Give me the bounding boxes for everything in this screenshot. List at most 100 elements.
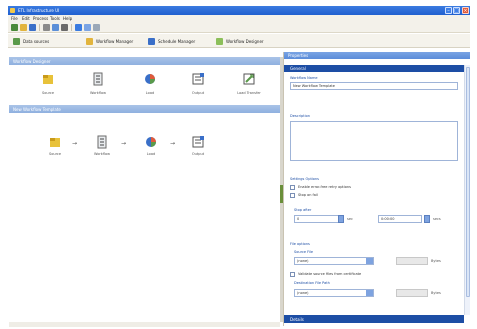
destination-label: Destination File Path — [294, 281, 330, 285]
title-bar: ETL Infrastructure UI – □ × — [8, 6, 470, 15]
destination-size-field — [396, 289, 428, 297]
tab-label: Data sources — [23, 39, 50, 44]
palette-header-label: Workflow Designer — [13, 59, 51, 64]
window-title: ETL Infrastructure UI — [18, 8, 60, 13]
quick-tab-bar: Data sources Workflow Manager Schedule M… — [8, 34, 470, 48]
stop-after-field[interactable]: 0 — [294, 215, 344, 223]
workflow-icon — [86, 38, 93, 45]
source-file-label: Source File — [294, 250, 313, 254]
properties-title: Properties — [288, 53, 309, 58]
destination-value: (none) — [297, 291, 309, 295]
flow-header: New Workflow Template — [9, 105, 280, 113]
toolbar-separator — [39, 24, 40, 31]
menu-file[interactable]: File — [11, 16, 18, 21]
menu-edit[interactable]: Edit — [22, 16, 30, 21]
general-section-header[interactable]: General — [284, 65, 464, 72]
save-icon[interactable] — [29, 24, 36, 31]
source-icon — [48, 135, 62, 149]
output-icon — [191, 135, 205, 149]
new-icon[interactable] — [11, 24, 18, 31]
chevron-down-icon[interactable] — [366, 258, 373, 264]
flow-node-output[interactable]: Output — [183, 135, 213, 163]
details-header-label: Details — [290, 317, 304, 322]
workflow-icon — [91, 72, 105, 86]
file-options-label: File options — [290, 242, 310, 246]
flow-node-label: Load — [146, 152, 156, 156]
flow-node-workflow[interactable]: Workflow — [87, 135, 117, 163]
details-section-header[interactable]: Details — [284, 315, 464, 323]
time-value: 0:00:00 — [381, 217, 395, 221]
properties-scrollbar[interactable] — [464, 65, 470, 315]
retry-checkbox-label: Enable error-free retry options — [298, 185, 351, 189]
minimize-button[interactable]: – — [445, 7, 452, 14]
schedule-icon — [148, 38, 155, 45]
delete-icon[interactable] — [61, 24, 68, 31]
menu-tools[interactable]: Tools — [50, 16, 60, 21]
tab-label: Workflow Designer — [226, 39, 264, 44]
toolbar-separator — [71, 24, 72, 31]
run-icon[interactable] — [75, 24, 82, 31]
app-icon — [10, 8, 15, 13]
flow-node-source[interactable]: Source — [40, 135, 70, 163]
palette-item-load[interactable]: Load — [128, 72, 172, 98]
time-field[interactable]: 0:00:00 — [378, 215, 422, 223]
retry-checkbox[interactable] — [290, 185, 295, 190]
flow-node-label: Source — [48, 152, 62, 156]
description-label: Description — [290, 114, 310, 118]
menu-help[interactable]: Help — [63, 16, 72, 21]
copy-icon[interactable] — [52, 24, 59, 31]
stop-after-label: Stop after — [294, 208, 312, 212]
scrollbar-thumb[interactable] — [466, 67, 470, 297]
palette-item-label: Load Transfer — [237, 91, 261, 95]
source-icon — [41, 72, 55, 86]
palette-item-source[interactable]: Source — [26, 72, 70, 98]
time-spinner[interactable] — [424, 215, 430, 223]
status-bar — [9, 322, 280, 327]
menu-process[interactable]: Process — [33, 16, 48, 21]
menu-bar: File Edit Process Tools Help — [8, 15, 470, 22]
database-icon — [13, 38, 20, 45]
source-size-field — [396, 257, 428, 265]
validate-checkbox[interactable] — [290, 272, 295, 277]
open-icon[interactable] — [20, 24, 27, 31]
load-icon — [143, 72, 157, 86]
pointer-icon[interactable] — [84, 24, 91, 31]
load-icon — [144, 135, 158, 149]
designer-icon — [216, 38, 223, 45]
source-size-unit: Bytes — [431, 259, 441, 263]
validate-checkbox-label: Validate source files from certificate — [298, 272, 362, 276]
grid-icon[interactable] — [93, 24, 100, 31]
palette-item-label: Output — [191, 91, 205, 95]
arrow-right-icon: → — [121, 140, 127, 147]
stop-after-spinner[interactable] — [338, 215, 344, 223]
stop-on-fail-checkbox[interactable] — [290, 193, 295, 198]
source-file-combo[interactable]: (none) — [294, 257, 374, 265]
palette-item-output[interactable]: Output — [176, 72, 220, 98]
flow-node-load[interactable]: Load — [136, 135, 166, 163]
properties-title-bar: Properties — [284, 52, 470, 59]
close-button[interactable]: × — [462, 7, 469, 14]
output-icon — [191, 72, 205, 86]
time-unit: secs — [433, 217, 441, 221]
stop-after-value: 0 — [297, 217, 300, 221]
cut-icon[interactable] — [43, 24, 50, 31]
tab-label: Workflow Manager — [96, 39, 134, 44]
palette-item-label: Workflow — [89, 91, 107, 95]
properties-panel: Properties General Workflow Name New Wor… — [283, 52, 470, 326]
palette-item-label: Source — [41, 91, 55, 95]
general-header-label: General — [290, 66, 306, 71]
maximize-button[interactable]: □ — [453, 7, 460, 14]
description-field[interactable] — [290, 121, 458, 161]
workflow-name-field[interactable]: New Workflow Template — [290, 82, 458, 90]
palette-header: Workflow Designer — [9, 57, 280, 65]
settings-label: Settings Options — [290, 177, 319, 181]
stop-on-fail-label: Stop on fail — [298, 193, 318, 197]
palette-item-workflow[interactable]: Workflow — [76, 72, 120, 98]
palette-item-load-transfer[interactable]: Load Transfer — [227, 72, 271, 98]
source-file-value: (none) — [297, 259, 309, 263]
destination-combo[interactable]: (none) — [294, 289, 374, 297]
tab-label: Schedule Manager — [158, 39, 196, 44]
chevron-down-icon[interactable] — [366, 290, 373, 296]
workflow-name-value: New Workflow Template — [293, 84, 335, 88]
flow-node-label: Workflow — [93, 152, 111, 156]
